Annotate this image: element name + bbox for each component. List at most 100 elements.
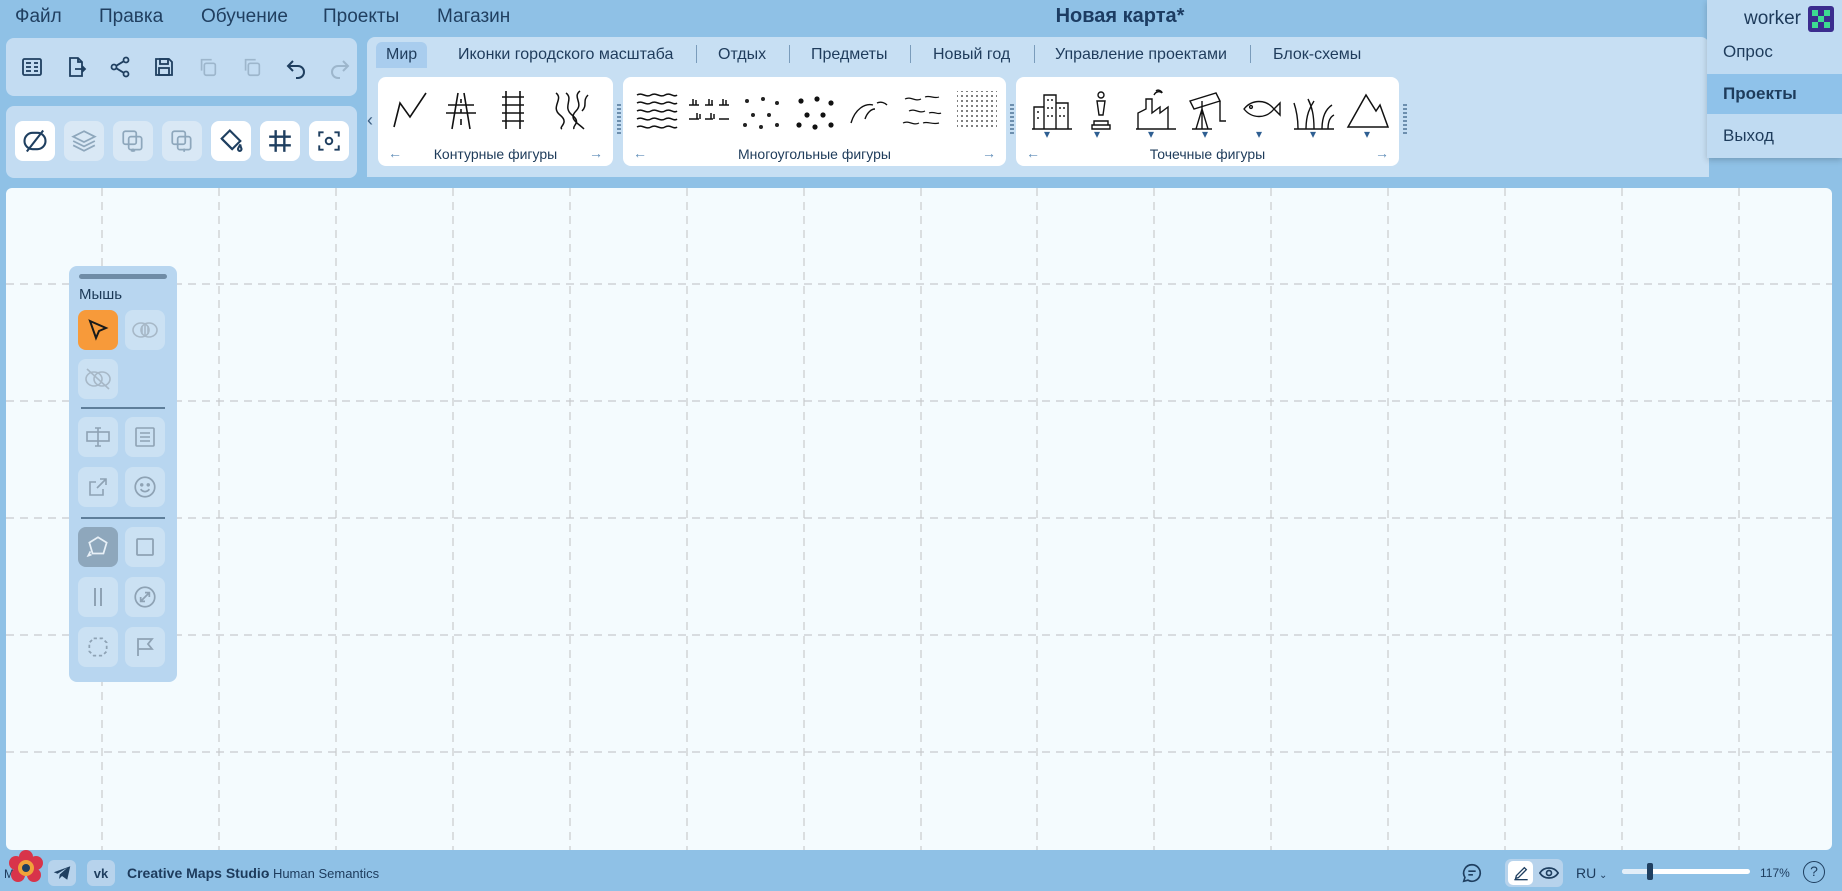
export-file-icon[interactable] bbox=[56, 47, 96, 87]
point-next-icon[interactable]: → bbox=[1375, 145, 1389, 161]
layers-icon[interactable] bbox=[64, 121, 104, 161]
paste-style-icon[interactable] bbox=[162, 121, 202, 161]
group-grip[interactable] bbox=[1010, 104, 1014, 134]
resize-tool[interactable] bbox=[125, 577, 165, 617]
select-tool[interactable] bbox=[78, 310, 118, 350]
railway-icon[interactable] bbox=[496, 89, 530, 131]
undo-icon[interactable] bbox=[276, 47, 316, 87]
grass-expand-icon[interactable]: ▾ bbox=[1310, 127, 1316, 141]
comments-icon[interactable] bbox=[1458, 860, 1486, 886]
app-logo-icon[interactable] bbox=[6, 848, 46, 888]
water-waves-icon[interactable] bbox=[635, 89, 679, 131]
tab-items[interactable]: Предметы bbox=[811, 42, 887, 68]
zoom-slider[interactable] bbox=[1622, 863, 1750, 880]
parallel-lines-tool[interactable] bbox=[78, 577, 118, 617]
menu-bar: Файл Правка Обучение Проекты Магазин Нов… bbox=[0, 0, 1842, 34]
tab-divider bbox=[1250, 45, 1251, 63]
monument-icon[interactable] bbox=[1084, 89, 1118, 131]
dropdown-item-logout[interactable]: Выход bbox=[1707, 116, 1842, 156]
polygon-next-icon[interactable]: → bbox=[982, 145, 996, 161]
user-name[interactable]: worker bbox=[1744, 8, 1801, 30]
menu-file[interactable]: Файл bbox=[15, 6, 62, 28]
tool-panel-divider bbox=[81, 407, 165, 409]
telegram-icon[interactable] bbox=[48, 860, 76, 886]
tool-panel-divider bbox=[81, 517, 165, 519]
oil-pump-icon[interactable] bbox=[1186, 89, 1230, 131]
fish-icon[interactable] bbox=[1238, 89, 1282, 131]
exclude-tool[interactable] bbox=[78, 359, 118, 399]
map-canvas[interactable] bbox=[6, 188, 1832, 850]
edit-mode-icon[interactable] bbox=[1508, 861, 1533, 885]
seaweed-icon[interactable] bbox=[550, 89, 592, 131]
mode-switch bbox=[1505, 859, 1563, 887]
language-value: RU bbox=[1576, 865, 1597, 881]
copy-icon[interactable] bbox=[188, 47, 228, 87]
tab-project-management[interactable]: Управление проектами bbox=[1055, 42, 1227, 68]
menu-shop[interactable]: Магазин bbox=[437, 6, 510, 28]
rectangle-tool[interactable] bbox=[125, 527, 165, 567]
oil-pump-expand-icon[interactable]: ▾ bbox=[1202, 127, 1208, 141]
menu-edit[interactable]: Правка bbox=[99, 6, 163, 28]
factory-icon[interactable] bbox=[1134, 89, 1178, 131]
lightning-line-icon[interactable] bbox=[390, 89, 430, 131]
lasso-select-tool[interactable] bbox=[78, 627, 118, 667]
mountain-icon[interactable] bbox=[1346, 89, 1390, 131]
view-mode-icon[interactable] bbox=[1536, 861, 1561, 885]
zoom-slider-thumb[interactable] bbox=[1647, 863, 1654, 880]
intersect-tool[interactable] bbox=[125, 310, 165, 350]
emoji-tool[interactable] bbox=[125, 467, 165, 507]
polygon-fill-tool[interactable] bbox=[78, 527, 118, 567]
monument-expand-icon[interactable]: ▾ bbox=[1094, 127, 1100, 141]
tab-new-year[interactable]: Новый год bbox=[933, 42, 1010, 68]
tab-flowcharts[interactable]: Блок-схемы bbox=[1273, 42, 1361, 68]
factory-expand-icon[interactable]: ▾ bbox=[1148, 127, 1154, 141]
dense-trees-icon[interactable] bbox=[793, 89, 837, 131]
tab-city-icons[interactable]: Иконки городского масштаба bbox=[458, 42, 673, 68]
text-input-tool[interactable] bbox=[78, 417, 118, 457]
help-icon[interactable]: ? bbox=[1803, 861, 1825, 883]
panel-drag-handle[interactable] bbox=[79, 274, 167, 279]
group-grip[interactable] bbox=[617, 104, 621, 134]
mountain-expand-icon[interactable]: ▾ bbox=[1364, 127, 1370, 141]
app-suffix: - Human Semantics bbox=[265, 866, 380, 881]
scroll-left-icon[interactable]: ‹ bbox=[367, 110, 373, 131]
save-icon[interactable] bbox=[144, 47, 184, 87]
dropdown-item-survey[interactable]: Опрос bbox=[1707, 32, 1842, 72]
tab-divider bbox=[910, 45, 911, 63]
paste-icon[interactable] bbox=[232, 47, 272, 87]
swamp-icon[interactable] bbox=[687, 89, 731, 131]
contour-next-icon[interactable]: → bbox=[589, 145, 603, 161]
sand-dunes-icon[interactable] bbox=[901, 89, 945, 131]
canvas-grid bbox=[6, 188, 1832, 850]
share-icon[interactable] bbox=[100, 47, 140, 87]
grass-icon[interactable] bbox=[1292, 89, 1336, 131]
avatar[interactable] bbox=[1808, 6, 1834, 32]
zoom-value: 117% bbox=[1760, 866, 1790, 880]
tab-leisure[interactable]: Отдых bbox=[718, 42, 766, 68]
flag-tool[interactable] bbox=[125, 627, 165, 667]
vk-icon[interactable]: vk bbox=[87, 860, 115, 886]
external-link-tool[interactable] bbox=[78, 467, 118, 507]
sparse-trees-icon[interactable] bbox=[739, 89, 783, 131]
redo-icon[interactable] bbox=[320, 47, 360, 87]
text-block-tool[interactable] bbox=[125, 417, 165, 457]
contour-shapes-group: ← Контурные фигуры → bbox=[378, 77, 613, 166]
grid-icon[interactable] bbox=[260, 121, 300, 161]
group-grip[interactable] bbox=[1403, 104, 1407, 134]
hills-icon[interactable] bbox=[847, 89, 891, 131]
menu-learning[interactable]: Обучение bbox=[201, 6, 288, 28]
language-select[interactable]: RU ⌄ bbox=[1576, 865, 1607, 881]
paint-bucket-icon[interactable] bbox=[211, 121, 251, 161]
no-fill-icon[interactable] bbox=[15, 121, 55, 161]
fish-expand-icon[interactable]: ▾ bbox=[1256, 127, 1262, 141]
city-expand-icon[interactable]: ▾ bbox=[1044, 127, 1050, 141]
open-map-icon[interactable] bbox=[12, 47, 52, 87]
tab-world[interactable]: Мир bbox=[376, 42, 428, 68]
duplicate-style-icon[interactable] bbox=[113, 121, 153, 161]
menu-projects[interactable]: Проекты bbox=[323, 6, 399, 28]
focus-icon[interactable] bbox=[309, 121, 349, 161]
sand-dots-icon[interactable] bbox=[955, 89, 999, 131]
city-icon[interactable] bbox=[1030, 89, 1074, 131]
road-icon[interactable] bbox=[444, 89, 478, 131]
dropdown-item-projects[interactable]: Проекты bbox=[1707, 74, 1842, 114]
